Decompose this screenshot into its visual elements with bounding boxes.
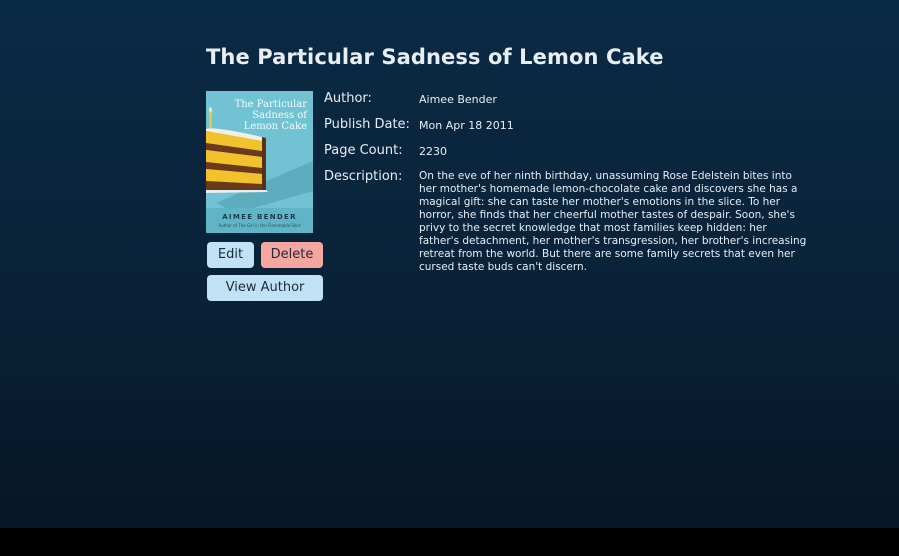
page-title: The Particular Sadness of Lemon Cake: [206, 45, 664, 69]
delete-button[interactable]: Delete: [261, 242, 323, 268]
cover-title-text: The Particular Sadness of Lemon Cake: [234, 99, 307, 132]
author-label: Author:: [324, 91, 372, 106]
page-count-label: Page Count:: [324, 143, 403, 158]
book-cover-image: The Particular Sadness of Lemon Cake AIM…: [206, 91, 313, 233]
cover-author-text: AIMEE BENDER: [222, 213, 297, 221]
page-count-value: 2230: [419, 145, 447, 158]
letterbox-bar: [0, 528, 899, 556]
edit-button[interactable]: Edit: [207, 242, 254, 268]
author-value: Aimee Bender: [419, 93, 497, 106]
publish-date-label: Publish Date:: [324, 117, 410, 132]
description-label: Description:: [324, 169, 403, 184]
cover-subtitle-text: Author of The Girl in the Flammable Skir…: [218, 223, 301, 228]
view-author-button[interactable]: View Author: [207, 275, 323, 301]
description-value: On the eve of her ninth birthday, unassu…: [419, 170, 807, 273]
publish-date-value: Mon Apr 18 2011: [419, 119, 514, 132]
book-detail-screen: The Particular Sadness of Lemon Cake The…: [0, 0, 899, 528]
